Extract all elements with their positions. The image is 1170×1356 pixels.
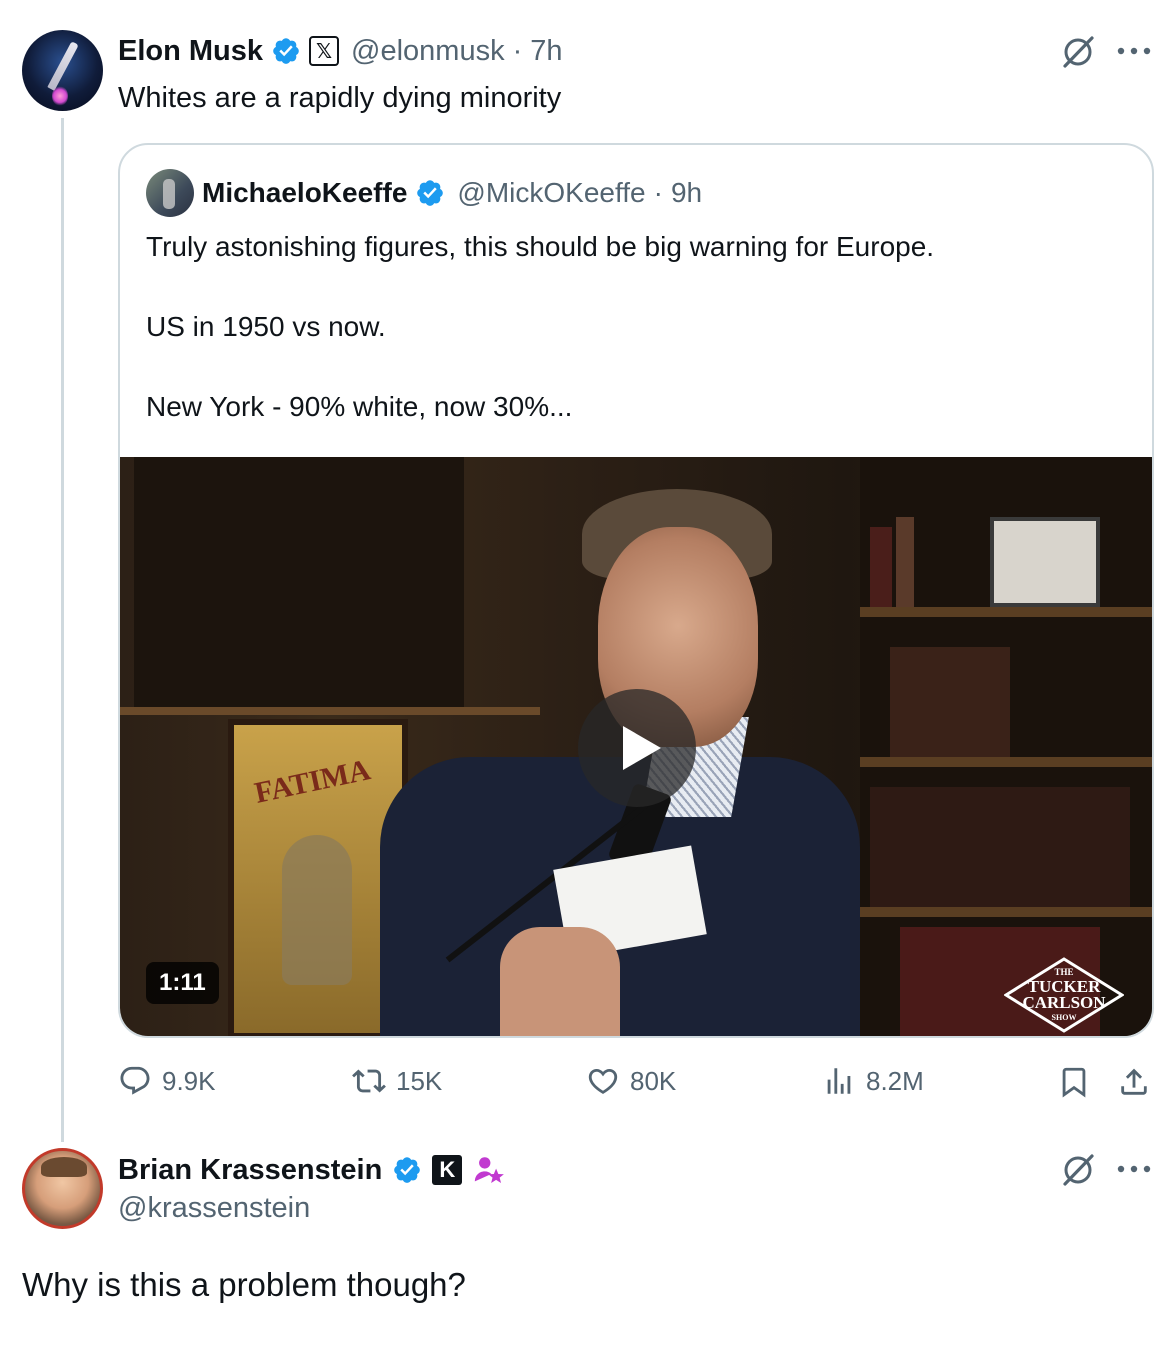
like-count: 80K [630,1065,677,1096]
thread-connector-line [61,118,64,1142]
avatar-hair [41,1157,87,1177]
main-post-text: Whites are a rapidly dying minority [118,82,562,114]
quoted-post-card[interactable]: MichaeloKeeffe @MickOKeeffe · 9h Truly a… [118,143,1154,1038]
video-player[interactable]: FATIMA 1:11 THE TUCKER CARLSON SHOW [120,457,1152,1036]
share-icon[interactable] [1116,1064,1152,1100]
bookmark-icon[interactable] [1056,1064,1092,1100]
quoted-author-name[interactable]: MichaeloKeeffe [202,177,407,209]
grok-icon[interactable] [1058,32,1098,72]
tucker-carlson-show-logo: THE TUCKER CARLSON SHOW [986,957,1142,1033]
book-row [870,787,1130,907]
quoted-post-header: MichaeloKeeffe @MickOKeeffe · 9h [202,173,702,213]
book [896,517,914,607]
repost-count: 15K [396,1065,443,1096]
play-button[interactable] [578,689,696,807]
dark-wall-frame [134,457,464,707]
reply-action[interactable]: 9.9K [118,1064,216,1098]
quoted-text-line-3: New York - 90% white, now 30%... [146,391,573,422]
repost-icon [352,1069,386,1093]
k-affiliation-badge: K [432,1155,463,1185]
poster-figure [282,835,352,985]
quoted-text-line-2: US in 1950 vs now. [146,311,386,342]
logo-show: SHOW [1051,1013,1077,1022]
poster-text: FATIMA [251,753,374,810]
shelf-board [860,757,1152,767]
separator-dot: · [512,34,523,67]
reply-post-header: Brian Krassenstein K [118,1150,506,1190]
elon-avatar[interactable] [22,30,103,111]
verified-badge-icon [273,38,299,64]
bookshelf [860,457,1152,1036]
reply-icon [120,1066,150,1095]
framed-photo [990,517,1100,607]
reply-post-text: Why is this a problem though? [22,1266,466,1303]
video-duration: 1:11 [146,962,219,1004]
avatar-figure [163,179,175,209]
reply-count: 9.9K [162,1065,216,1096]
quoted-author-avatar[interactable] [146,169,194,217]
quoted-post-time[interactable]: 9h [671,177,702,209]
play-icon [623,726,661,770]
more-options-icon[interactable] [1112,1152,1156,1186]
brian-avatar[interactable] [22,1148,103,1229]
post-time[interactable]: 7h [530,35,562,68]
separator-dot: · [653,177,663,208]
x-affiliation-badge: 𝕏 [309,36,340,66]
views-count: 8.2M [866,1065,924,1096]
rocket-flame [52,86,68,106]
heart-icon [588,1068,618,1094]
shelf-board [860,907,1152,917]
repost-action[interactable]: 15K [352,1064,442,1098]
more-options-icon[interactable] [1112,34,1156,68]
verified-badge-icon [394,1157,421,1183]
author-name[interactable]: Elon Musk [118,35,263,68]
main-post-header: Elon Musk 𝕏 @elonmusk · 7h [118,31,563,71]
reply-author-handle[interactable]: @krassenstein [118,1192,310,1225]
shelf-board [860,607,1152,617]
wall-ledge [120,707,540,715]
creator-subscription-icon [475,1157,505,1184]
quoted-text-line-1: Truly astonishing figures, this should b… [146,231,935,262]
logo-the: THE [1054,967,1074,977]
rocket-image [47,41,79,91]
logo-carlson: CARLSON [1022,993,1106,1012]
like-action[interactable]: 80K [586,1064,676,1098]
views-chart-icon [827,1068,851,1094]
grok-icon[interactable] [1058,1150,1098,1190]
author-handle[interactable]: @elonmusk [351,35,505,68]
views-action[interactable]: 8.2M [822,1064,924,1098]
verified-badge-icon [417,180,444,206]
book-row [890,647,1010,757]
book [870,527,892,607]
quoted-author-handle[interactable]: @MickOKeeffe [457,177,645,209]
person-hand [500,927,620,1036]
reply-author-name[interactable]: Brian Krassenstein [118,1154,382,1187]
